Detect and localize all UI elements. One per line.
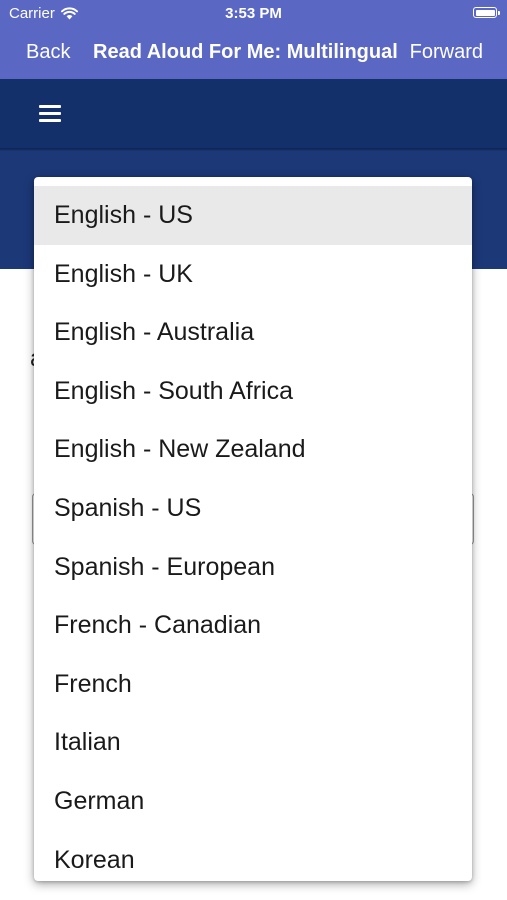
language-option-english-us[interactable]: English - US [34, 186, 472, 245]
status-time: 3:53 PM [225, 5, 282, 22]
language-option-german[interactable]: German [34, 772, 472, 831]
language-option-english-australia[interactable]: English - Australia [34, 303, 472, 362]
hamburger-menu-icon[interactable] [39, 105, 61, 122]
back-button[interactable]: Back [26, 41, 70, 64]
language-option-italian[interactable]: Italian [34, 713, 472, 772]
language-option-korean[interactable]: Korean [34, 831, 472, 881]
language-option-french-canadian[interactable]: French - Canadian [34, 596, 472, 655]
navigation-bar: Back Read Aloud For Me: Multilingual For… [0, 28, 507, 79]
app-bar [0, 79, 507, 148]
language-option-english-uk[interactable]: English - UK [34, 245, 472, 304]
language-option-spanish-us[interactable]: Spanish - US [34, 479, 472, 538]
language-option-french[interactable]: French [34, 655, 472, 714]
status-bar: Carrier 3:53 PM [0, 0, 507, 28]
language-option-english-new-zealand[interactable]: English - New Zealand [34, 420, 472, 479]
language-dropdown-menu: English - US English - UK English - Aust… [34, 177, 472, 881]
forward-button[interactable]: Forward [410, 41, 483, 64]
language-option-spanish-european[interactable]: Spanish - European [34, 538, 472, 597]
language-option-english-south-africa[interactable]: English - South Africa [34, 362, 472, 421]
page-title: Read Aloud For Me: Multilingual [93, 41, 398, 63]
battery-icon [473, 7, 500, 18]
